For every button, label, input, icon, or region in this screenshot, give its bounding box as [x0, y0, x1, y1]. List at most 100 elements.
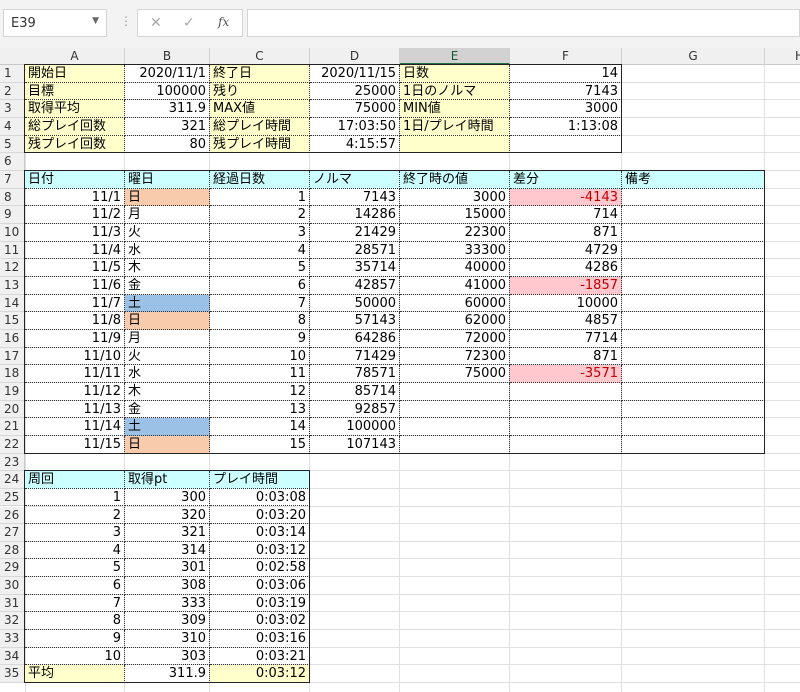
- cell-c32[interactable]: 0:03:02: [210, 612, 310, 631]
- cell-f15[interactable]: 4857: [510, 312, 622, 330]
- cell-a17[interactable]: 11/10: [25, 347, 125, 366]
- cell-a18[interactable]: 11/11: [25, 365, 125, 383]
- cell-f18[interactable]: -3571: [510, 365, 622, 383]
- cell-b16[interactable]: 月: [125, 329, 210, 348]
- cell-d16[interactable]: 64286: [310, 329, 400, 348]
- cell-g18[interactable]: [622, 365, 765, 383]
- row-header-12[interactable]: 12: [0, 259, 25, 277]
- cell-c10[interactable]: 3: [210, 223, 310, 242]
- cell-b26[interactable]: 320: [125, 506, 210, 525]
- cell-a2[interactable]: 目標: [25, 82, 125, 101]
- cell-a20[interactable]: 11/13: [25, 400, 125, 419]
- cell-a5[interactable]: 残プレイ回数: [25, 135, 125, 154]
- cell-e19[interactable]: [400, 382, 510, 401]
- cell-b5[interactable]: 80: [125, 135, 210, 154]
- cell-g22[interactable]: [622, 435, 765, 454]
- cell-c35[interactable]: 0:03:12: [210, 665, 310, 684]
- cell-d10[interactable]: 21429: [310, 223, 400, 242]
- cell-a26[interactable]: 2: [25, 506, 125, 525]
- cell-a24[interactable]: 周回: [25, 471, 125, 489]
- cell-e4[interactable]: 1日/プレイ時間: [400, 117, 510, 136]
- cell-c7[interactable]: 経過日数: [210, 170, 310, 189]
- cell-d13[interactable]: 42857: [310, 276, 400, 295]
- cell-d8[interactable]: 7143: [310, 188, 400, 207]
- row-header-32[interactable]: 32: [0, 612, 25, 631]
- cell-f2[interactable]: 7143: [510, 82, 622, 101]
- row-header-3[interactable]: 3: [0, 100, 25, 118]
- cell-c25[interactable]: 0:03:08: [210, 488, 310, 507]
- cell-c24[interactable]: プレイ時間: [210, 471, 310, 489]
- chevron-down-icon[interactable]: ▼: [92, 16, 99, 26]
- cell-c26[interactable]: 0:03:20: [210, 506, 310, 525]
- row-header-16[interactable]: 16: [0, 329, 25, 348]
- cell-c33[interactable]: 0:03:16: [210, 630, 310, 648]
- cell-g16[interactable]: [622, 329, 765, 348]
- cell-d2[interactable]: 25000: [310, 82, 400, 101]
- column-header-f[interactable]: F: [510, 48, 622, 65]
- row-header-34[interactable]: 34: [0, 647, 25, 666]
- cell-d15[interactable]: 57143: [310, 312, 400, 330]
- cell-c19[interactable]: 12: [210, 382, 310, 401]
- cell-c16[interactable]: 9: [210, 329, 310, 348]
- cell-d11[interactable]: 28571: [310, 241, 400, 260]
- cell-e2[interactable]: 1日のノルマ: [400, 82, 510, 101]
- cell-f12[interactable]: 4286: [510, 259, 622, 277]
- cell-d5[interactable]: 4:15:57: [310, 135, 400, 154]
- cell-b24[interactable]: 取得pt: [125, 471, 210, 489]
- cell-e7[interactable]: 終了時の値: [400, 170, 510, 189]
- cell-g21[interactable]: [622, 418, 765, 436]
- row-header-22[interactable]: 22: [0, 435, 25, 454]
- cell-d9[interactable]: 14286: [310, 206, 400, 224]
- cell-b12[interactable]: 木: [125, 259, 210, 277]
- cell-a35[interactable]: 平均: [25, 665, 125, 684]
- cell-e14[interactable]: 60000: [400, 294, 510, 313]
- cell-c28[interactable]: 0:03:12: [210, 541, 310, 560]
- cell-b14[interactable]: 土: [125, 294, 210, 313]
- enter-icon[interactable]: ✓: [183, 15, 195, 31]
- column-header-g[interactable]: G: [622, 48, 765, 65]
- cell-a12[interactable]: 11/5: [25, 259, 125, 277]
- cell-b29[interactable]: 301: [125, 559, 210, 578]
- cell-a32[interactable]: 8: [25, 612, 125, 631]
- cancel-icon[interactable]: ✕: [150, 15, 162, 31]
- cell-d3[interactable]: 75000: [310, 100, 400, 118]
- row-header-33[interactable]: 33: [0, 630, 25, 648]
- cell-f9[interactable]: 714: [510, 206, 622, 224]
- row-header-23[interactable]: 23: [0, 453, 25, 472]
- cell-a21[interactable]: 11/14: [25, 418, 125, 436]
- row-header-29[interactable]: 29: [0, 559, 25, 578]
- cell-c14[interactable]: 7: [210, 294, 310, 313]
- row-header-7[interactable]: 7: [0, 170, 25, 189]
- row-header-6[interactable]: 6: [0, 153, 25, 171]
- cell-b2[interactable]: 100000: [125, 82, 210, 101]
- cell-b22[interactable]: 日: [125, 435, 210, 454]
- cell-e20[interactable]: [400, 400, 510, 419]
- row-header-14[interactable]: 14: [0, 294, 25, 313]
- cell-b33[interactable]: 310: [125, 630, 210, 648]
- cell-a1[interactable]: 開始日: [25, 65, 125, 83]
- cell-b13[interactable]: 金: [125, 276, 210, 295]
- cell-a15[interactable]: 11/8: [25, 312, 125, 330]
- cell-c1[interactable]: 終了日: [210, 65, 310, 83]
- cell-f5[interactable]: [510, 135, 622, 154]
- cell-c12[interactable]: 5: [210, 259, 310, 277]
- cell-c27[interactable]: 0:03:14: [210, 524, 310, 542]
- cell-c5[interactable]: 残プレイ時間: [210, 135, 310, 154]
- cell-e21[interactable]: [400, 418, 510, 436]
- row-header-20[interactable]: 20: [0, 400, 25, 419]
- row-header-13[interactable]: 13: [0, 276, 25, 295]
- cell-f14[interactable]: 10000: [510, 294, 622, 313]
- cell-d20[interactable]: 92857: [310, 400, 400, 419]
- row-header-21[interactable]: 21: [0, 418, 25, 436]
- cell-c11[interactable]: 4: [210, 241, 310, 260]
- cell-c17[interactable]: 10: [210, 347, 310, 366]
- row-header-25[interactable]: 25: [0, 488, 25, 507]
- cell-c9[interactable]: 2: [210, 206, 310, 224]
- cell-a34[interactable]: 10: [25, 647, 125, 666]
- cell-g17[interactable]: [622, 347, 765, 366]
- row-header-28[interactable]: 28: [0, 541, 25, 560]
- cell-a11[interactable]: 11/4: [25, 241, 125, 260]
- cell-e15[interactable]: 62000: [400, 312, 510, 330]
- formula-input[interactable]: [247, 9, 800, 37]
- cell-b11[interactable]: 水: [125, 241, 210, 260]
